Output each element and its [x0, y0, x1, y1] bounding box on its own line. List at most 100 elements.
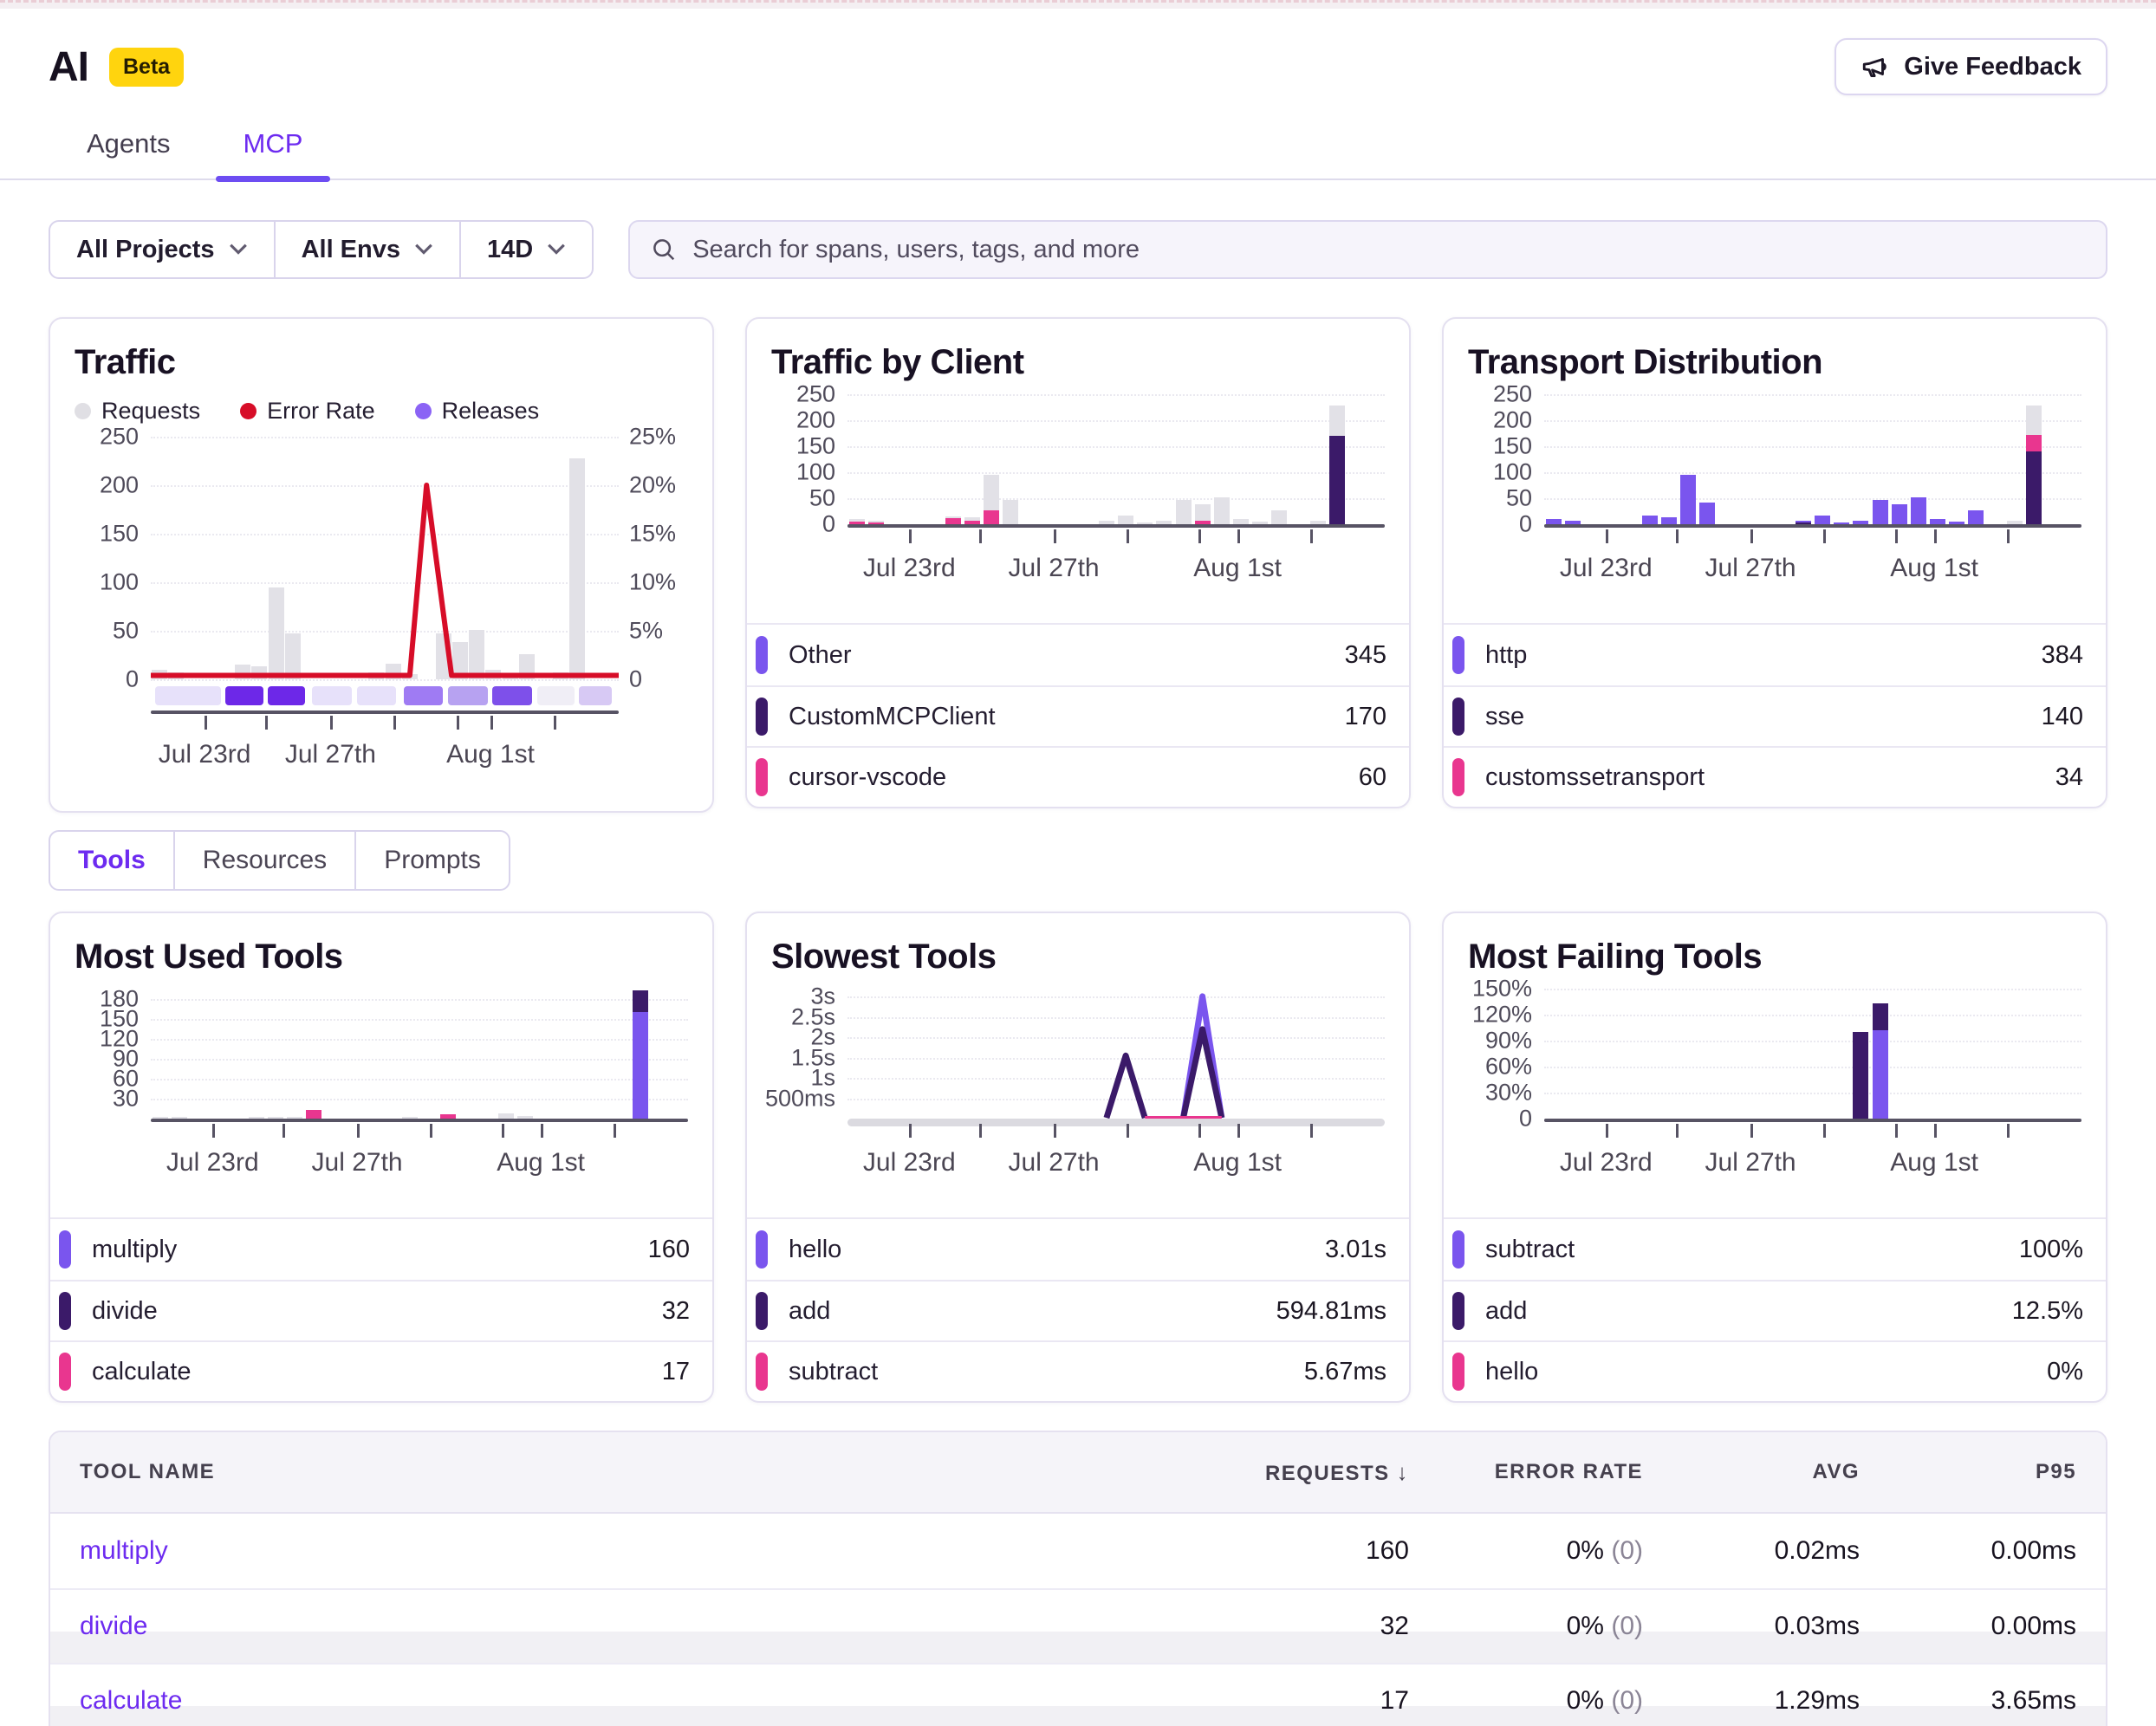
col-requests[interactable]: REQUESTS ↓ [1192, 1459, 1409, 1486]
legend-row[interactable]: subtract100% [1444, 1219, 2106, 1280]
chart-bar [2026, 451, 2042, 524]
legend-row[interactable]: add12.5% [1444, 1280, 2106, 1340]
search-input[interactable] [692, 236, 2085, 264]
col-error-rate[interactable]: ERROR RATE [1409, 1460, 1643, 1484]
series-color-chip [1452, 636, 1464, 674]
x-axis-line [847, 524, 1385, 528]
legend-label: multiply [92, 1236, 177, 1264]
give-feedback-button[interactable]: Give Feedback [1835, 38, 2107, 95]
series-color-chip [756, 758, 768, 796]
legend-row[interactable]: subtract5.67ms [747, 1340, 1409, 1401]
y-axis-left: 3s2.5s2s1.5s1s500ms [771, 989, 847, 1119]
sort-desc-icon: ↓ [1397, 1459, 1409, 1485]
legend-row[interactable]: add594.81ms [747, 1280, 1409, 1340]
chevron-down-icon [547, 243, 566, 256]
legend-row[interactable]: cursor-vscode60 [747, 746, 1409, 807]
col-p95[interactable]: P95 [1860, 1460, 2076, 1484]
tab-mcp[interactable]: MCP [240, 114, 307, 178]
x-axis-label: Jul 23rd [1560, 1148, 1653, 1178]
x-axis-label: Jul 23rd [166, 1148, 259, 1178]
x-axis-tick [502, 1124, 504, 1138]
gridline [151, 1079, 688, 1080]
traffic-cards-row: Traffic Requests Error Rate Releases 250… [49, 317, 2107, 813]
legend-row[interactable]: divide32 [50, 1280, 712, 1340]
legend-value: 100% [2019, 1236, 2083, 1264]
legend-list: http384 sse140 customssetransport34 [1444, 623, 2106, 807]
legend-row[interactable]: CustomMCPClient170 [747, 685, 1409, 746]
y-axis-tick-label: 25% [629, 424, 676, 451]
x-axis-label: Jul 23rd [1560, 554, 1653, 583]
legend-row[interactable]: calculate17 [50, 1340, 712, 1401]
x-axis-tick [1237, 529, 1240, 543]
legend-value: 170 [1345, 703, 1386, 731]
legend-row[interactable]: http384 [1444, 625, 2106, 685]
page-title: AI [49, 43, 88, 91]
tab-agents[interactable]: Agents [83, 114, 174, 178]
x-axis-label: Jul 23rd [863, 554, 956, 583]
chevron-down-icon [414, 243, 433, 256]
project-filter[interactable]: All Projects [50, 222, 274, 277]
slowest-tools-card: Slowest Tools 3s2.5s2s1.5s1s500ms Jul 23… [745, 912, 1411, 1403]
tool-link[interactable]: calculate [80, 1686, 182, 1715]
gridline [151, 679, 619, 681]
series-color-chip [59, 1230, 71, 1269]
legend-label: Releases [442, 398, 540, 425]
chart-bar [1796, 521, 1811, 522]
y-axis-tick-label: 20% [629, 472, 676, 499]
col-tool-name[interactable]: TOOL NAME [80, 1460, 1192, 1484]
tool-link[interactable]: multiply [80, 1536, 168, 1565]
chart-bar [2026, 406, 2042, 435]
legend-row[interactable]: Other345 [747, 625, 1409, 685]
search-bar[interactable] [628, 220, 2107, 279]
col-avg[interactable]: AVG [1643, 1460, 1860, 1484]
legend-row[interactable]: hello0% [1444, 1340, 2106, 1401]
x-axis-tick [1823, 529, 1826, 543]
release-strip-segment [448, 686, 488, 705]
error-count: (0) [1611, 1612, 1643, 1640]
chart-bar [964, 517, 980, 521]
legend-label: add [789, 1297, 830, 1326]
plot-area: Jul 23rdJul 27thAug 1st [151, 989, 688, 1119]
chart-bar [1873, 1003, 1888, 1030]
chart-bar [1214, 497, 1230, 524]
chart-bar [306, 1110, 321, 1119]
release-strip-segment [492, 686, 532, 705]
col-requests-label: REQUESTS [1265, 1462, 1390, 1485]
chart-bar [868, 521, 884, 522]
x-axis-tick [1198, 529, 1201, 543]
legend-row[interactable]: hello3.01s [747, 1219, 1409, 1280]
x-axis-tick [1127, 529, 1129, 543]
y-axis-tick-label: 0 [822, 511, 835, 538]
legend-label: Error Rate [267, 398, 375, 425]
legend-row[interactable]: sse140 [1444, 685, 2106, 746]
chart-bar [1873, 500, 1888, 524]
table-row[interactable]: multiply 160 0% (0) 0.02ms 0.00ms [50, 1514, 2106, 1588]
table-row[interactable]: calculate 17 0% (0) 1.29ms 3.65ms [50, 1663, 2106, 1726]
tab-prompts[interactable]: Prompts [354, 832, 509, 889]
gridline [1544, 989, 2081, 990]
series-color-chip [1452, 1353, 1464, 1391]
plot-area: Jul 23rdJul 27thAug 1st [151, 437, 619, 679]
y-axis-left: 180150120906030 [75, 989, 151, 1119]
table-row[interactable]: divide 32 0% (0) 0.03ms 0.00ms [50, 1588, 2106, 1663]
series-color-chip [1452, 758, 1464, 796]
gridline [151, 999, 688, 1001]
daterange-filter[interactable]: 14D [459, 222, 592, 277]
legend-label: cursor-vscode [789, 763, 946, 792]
legend-row[interactable]: customssetransport34 [1444, 746, 2106, 807]
chart-bar [1699, 503, 1715, 524]
tool-link[interactable]: divide [80, 1612, 147, 1640]
tab-tools[interactable]: Tools [50, 832, 173, 889]
avg-cell: 0.02ms [1643, 1536, 1860, 1566]
tab-resources[interactable]: Resources [173, 832, 354, 889]
x-axis-tick [1750, 529, 1753, 543]
legend-value: 384 [2042, 641, 2083, 670]
card-title: Slowest Tools [747, 938, 1409, 977]
legend-row[interactable]: multiply160 [50, 1219, 712, 1280]
transport-distribution-card: Transport Distribution 250200150100500 J… [1442, 317, 2107, 808]
chart-bar [1329, 406, 1345, 436]
search-icon [651, 237, 677, 263]
y-axis-tick-label: 200 [100, 472, 139, 499]
env-filter[interactable]: All Envs [274, 222, 459, 277]
chart-bar [1642, 516, 1658, 524]
